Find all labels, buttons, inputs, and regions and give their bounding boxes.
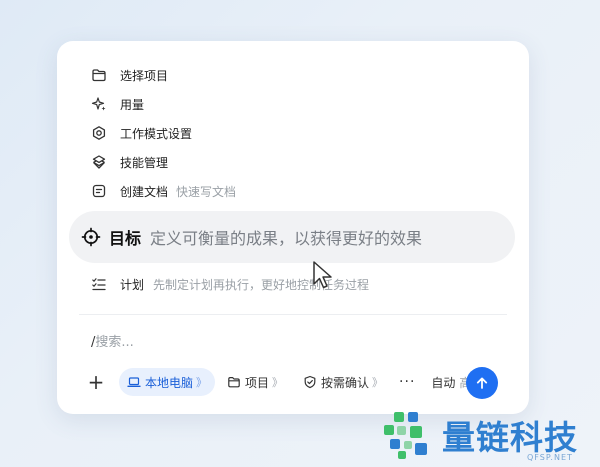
chevron-right-icon: 》	[196, 376, 208, 389]
menu-item-select-project[interactable]: 选择项目	[91, 64, 168, 86]
divider	[79, 314, 507, 315]
menu-item-goal[interactable]: 目标 定义可衡量的成果，以获得更好的效果	[69, 211, 515, 263]
arrow-up-icon	[476, 377, 488, 389]
chevron-right-icon: 》	[272, 376, 284, 389]
mouse-cursor-icon	[313, 261, 332, 289]
document-icon	[91, 183, 107, 199]
brand-logo-icon	[384, 412, 427, 459]
search-row: /	[91, 331, 456, 353]
target-icon	[81, 227, 101, 247]
menu-item-label: 工作模式设置	[120, 126, 193, 141]
local-computer-label: 本地电脑	[145, 375, 194, 390]
input-toolbar: + 本地电脑 》 项目 》 按需确认 》 ··· 自动 高 》	[87, 366, 497, 398]
plan-label: 计划	[120, 277, 145, 292]
menu-item-skill-management[interactable]: 技能管理	[91, 151, 168, 173]
goal-hint: 定义可衡量的成果，以获得更好的效果	[150, 229, 423, 248]
confirm-mode-chip[interactable]: 按需确认 》	[295, 368, 391, 396]
menu-item-work-mode-settings[interactable]: 工作模式设置	[91, 122, 192, 144]
menu-item-label: 技能管理	[120, 155, 169, 170]
menu-item-label: 用量	[120, 97, 145, 112]
confirm-mode-label: 按需确认	[321, 375, 370, 390]
search-input[interactable]	[95, 331, 456, 353]
laptop-icon	[127, 375, 141, 389]
chevron-right-icon: 》	[372, 376, 384, 389]
gear-icon	[91, 125, 107, 141]
shield-check-icon	[303, 375, 317, 389]
send-button[interactable]	[466, 367, 498, 399]
local-computer-chip[interactable]: 本地电脑 》	[119, 368, 216, 396]
goal-label: 目标	[109, 229, 142, 248]
sparkle-icon	[91, 96, 107, 112]
menu-item-create-document[interactable]: 创建文档 快速写文档	[91, 180, 236, 202]
layers-icon	[91, 154, 107, 170]
project-chip[interactable]: 项目 》	[219, 368, 291, 396]
checklist-icon	[91, 276, 107, 292]
auto-mode-label: 自动	[431, 375, 456, 390]
more-options-icon[interactable]: ···	[399, 374, 415, 390]
folder-icon	[91, 67, 107, 83]
menu-item-usage[interactable]: 用量	[91, 93, 144, 115]
add-button[interactable]: +	[87, 370, 105, 394]
folder-icon	[227, 375, 241, 389]
menu-item-hint: 快速写文档	[176, 184, 237, 199]
plan-hint: 先制定计划再执行，更好地控制任务过程	[153, 277, 370, 292]
brand-domain: QFSP.NET	[527, 453, 573, 462]
menu-item-label: 创建文档	[120, 184, 169, 199]
project-label: 项目	[245, 375, 270, 390]
command-panel: 选择项目 用量 工作模式设置 技能管理 创建文档 快速写文档 目标 定义可衡量的…	[57, 41, 529, 414]
menu-item-label: 选择项目	[120, 68, 169, 83]
brand-watermark: 量链科技	[442, 418, 578, 457]
